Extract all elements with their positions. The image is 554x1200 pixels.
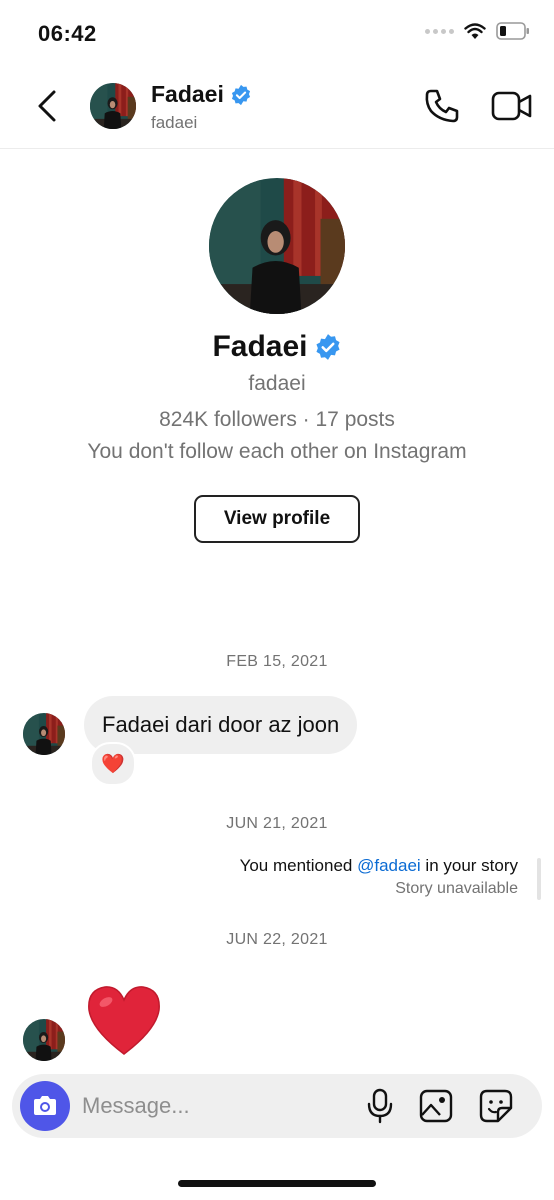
- message-composer: [12, 1074, 542, 1138]
- battery-icon: [496, 22, 529, 40]
- date-separator: JUN 22, 2021: [226, 931, 328, 948]
- wifi-icon: [464, 22, 486, 39]
- header-avatar[interactable]: [90, 83, 136, 129]
- microphone-button[interactable]: [364, 1088, 396, 1124]
- message-input[interactable]: [82, 1074, 332, 1138]
- profile-card: Fadaei fadaei 824K followers · 17 posts …: [0, 178, 554, 543]
- date-separator: FEB 15, 2021: [226, 653, 328, 670]
- profile-name-label: Fadaei: [212, 330, 308, 363]
- story-mention-text: You mentioned @fadaei in your story: [240, 856, 518, 876]
- verified-badge-icon: [314, 333, 342, 361]
- message-avatar[interactable]: [23, 1019, 65, 1061]
- signal-dots-icon: [425, 28, 454, 34]
- header-handle: fadaei: [151, 113, 198, 132]
- chevron-left-icon: [38, 90, 56, 122]
- camera-button[interactable]: [20, 1081, 70, 1131]
- avatar-image: [23, 1019, 65, 1061]
- follow-status: You don't follow each other on Instagram: [87, 440, 467, 463]
- scrollbar[interactable]: [537, 858, 541, 900]
- mention-prefix: You mentioned: [239, 856, 358, 875]
- story-status: Story unavailable: [395, 880, 518, 897]
- date-separator: JUN 21, 2021: [226, 815, 328, 832]
- story-mention[interactable]: You mentioned @fadaei in your story Stor…: [240, 856, 518, 898]
- profile-handle: fadaei: [248, 372, 306, 395]
- chat-header: Fadaei fadaei: [0, 66, 554, 149]
- status-icons: [425, 22, 530, 40]
- mention-user-link[interactable]: @fadaei: [357, 856, 421, 875]
- message-avatar[interactable]: [23, 713, 65, 755]
- mention-suffix: in your story: [420, 856, 518, 875]
- microphone-icon: [367, 1088, 393, 1124]
- reaction-badge[interactable]: ❤️: [90, 742, 136, 786]
- profile-stats: 824K followers · 17 posts: [159, 408, 395, 431]
- view-profile-button[interactable]: View profile: [194, 495, 360, 543]
- avatar-image: [209, 178, 345, 314]
- verified-badge-icon: [230, 84, 252, 106]
- video-camera-icon: [491, 91, 532, 121]
- red-heart-icon[interactable]: [84, 982, 164, 1058]
- profile-avatar[interactable]: [209, 178, 345, 314]
- status-time: 06:42: [38, 21, 97, 46]
- voice-call-button[interactable]: [422, 86, 462, 126]
- status-bar: 06:42: [0, 0, 554, 66]
- video-call-button[interactable]: [490, 88, 534, 124]
- back-button[interactable]: [30, 86, 66, 126]
- sticker-icon: [479, 1089, 513, 1123]
- avatar-image: [90, 83, 136, 129]
- sticker-button[interactable]: [478, 1088, 514, 1124]
- header-name[interactable]: Fadaei: [151, 81, 252, 108]
- home-indicator[interactable]: [178, 1180, 376, 1187]
- phone-icon: [425, 89, 459, 123]
- profile-name: Fadaei: [0, 330, 554, 364]
- camera-icon: [34, 1096, 56, 1115]
- avatar-image: [23, 713, 65, 755]
- image-icon: [419, 1089, 453, 1123]
- header-name-label: Fadaei: [151, 81, 224, 107]
- gallery-button[interactable]: [418, 1088, 454, 1124]
